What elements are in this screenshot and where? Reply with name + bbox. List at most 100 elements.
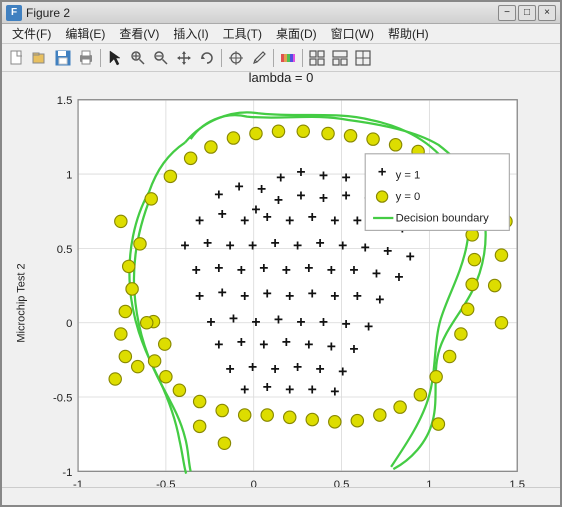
toolbar-separator-3 [273,49,274,67]
svg-text:+: + [259,336,268,353]
svg-text:+: + [195,212,204,229]
svg-text:+: + [308,209,317,226]
open-button[interactable] [29,47,51,69]
svg-text:+: + [330,287,339,304]
svg-text:+: + [375,291,384,308]
svg-text:1.5: 1.5 [57,95,73,107]
menu-window[interactable]: 窗口(W) [325,23,380,44]
figure-options3-button[interactable] [352,47,374,69]
window-icon: F [6,5,22,21]
svg-text:+: + [180,237,189,254]
print-button[interactable] [75,47,97,69]
svg-text:+: + [378,164,387,180]
figure-options2-button[interactable] [329,47,351,69]
svg-text:+: + [330,383,339,400]
toolbar [2,44,560,72]
svg-text:-1: -1 [73,479,83,487]
menu-edit[interactable]: 编辑(E) [59,23,111,44]
toolbar-separator-4 [302,49,303,67]
menu-file[interactable]: 文件(F) [6,23,57,44]
window-title: Figure 2 [26,6,498,20]
svg-text:+: + [285,287,294,304]
pointer-button[interactable] [104,47,126,69]
plot-title: lambda = 0 [249,72,314,85]
svg-text:+: + [330,212,339,229]
menu-insert[interactable]: 插入(I) [167,23,214,44]
colormap-button[interactable] [277,47,299,69]
menu-tools[interactable]: 工具(T) [217,23,268,44]
svg-text:0: 0 [66,318,72,330]
svg-text:+: + [319,313,328,330]
menu-desktop[interactable]: 桌面(D) [270,23,323,44]
svg-text:+: + [206,313,215,330]
maximize-button[interactable]: □ [518,5,536,21]
svg-text:1.5: 1.5 [509,479,525,487]
figure-options-button[interactable] [306,47,328,69]
svg-text:+: + [225,237,234,254]
svg-text:+: + [218,205,227,222]
plot-wrapper: lambda = 0 Microchip Test 2 [11,72,551,487]
svg-text:+: + [251,201,260,218]
minimize-button[interactable]: − [498,5,516,21]
svg-text:+: + [338,363,347,380]
svg-text:0.5: 0.5 [57,243,73,255]
svg-text:+: + [248,237,257,254]
svg-text:+: + [240,287,249,304]
svg-text:+: + [349,262,358,279]
rotate-button[interactable] [196,47,218,69]
svg-text:+: + [257,180,266,197]
svg-text:+: + [282,262,291,279]
save-button[interactable] [52,47,74,69]
svg-text:+: + [240,212,249,229]
svg-text:+: + [276,169,285,186]
pan-button[interactable] [173,47,195,69]
menu-view[interactable]: 查看(V) [113,23,165,44]
svg-text:+: + [240,381,249,398]
svg-text:+: + [296,187,305,204]
svg-text:y = 0: y = 0 [396,190,421,202]
plot-container: lambda = 0 Microchip Test 2 [2,72,560,487]
svg-text:0: 0 [251,479,257,487]
svg-text:+: + [237,334,246,351]
svg-text:+: + [293,237,302,254]
svg-text:+: + [274,192,283,209]
svg-text:+: + [214,259,223,276]
svg-text:+: + [285,212,294,229]
svg-text:+: + [214,186,223,203]
plot-svg-container[interactable]: -1 -0.5 0 0.5 1 1.5 -1 -0.5 0 0.5 1 [33,87,551,488]
svg-text:+: + [353,287,362,304]
toolbar-separator-2 [221,49,222,67]
svg-text:+: + [364,318,373,335]
title-bar: F Figure 2 − □ × [2,2,560,24]
svg-text:+: + [353,212,362,229]
svg-text:+: + [195,287,204,304]
svg-text:1: 1 [66,169,72,181]
svg-text:+: + [304,336,313,353]
svg-text:+: + [293,358,302,375]
new-figure-button[interactable] [6,47,28,69]
svg-text:+: + [372,265,381,282]
zoom-in-button[interactable] [127,47,149,69]
svg-text:+: + [263,285,272,302]
svg-text:+: + [341,187,350,204]
svg-text:+: + [338,237,347,254]
svg-text:+: + [327,262,336,279]
svg-text:+: + [214,336,223,353]
zoom-out-button[interactable] [150,47,172,69]
svg-text:+: + [296,313,305,330]
svg-text:1: 1 [426,479,432,487]
brush-button[interactable] [248,47,270,69]
close-button[interactable]: × [538,5,556,21]
y-axis-label-container: Microchip Test 2 [11,87,33,488]
title-bar-controls: − □ × [498,5,556,21]
svg-text:-0.5: -0.5 [156,479,175,487]
svg-text:+: + [304,259,313,276]
plot-inner: -1 -0.5 0 0.5 1 1.5 -1 -0.5 0 0.5 1 [33,87,551,488]
svg-text:+: + [192,262,201,279]
menu-help[interactable]: 帮助(H) [382,23,435,44]
menu-bar: 文件(F) 编辑(E) 查看(V) 插入(I) 工具(T) 桌面(D) 窗口(W… [2,24,560,44]
svg-text:+: + [263,379,272,396]
svg-text:+: + [218,284,227,301]
svg-text:+: + [237,262,246,279]
data-cursor-button[interactable] [225,47,247,69]
